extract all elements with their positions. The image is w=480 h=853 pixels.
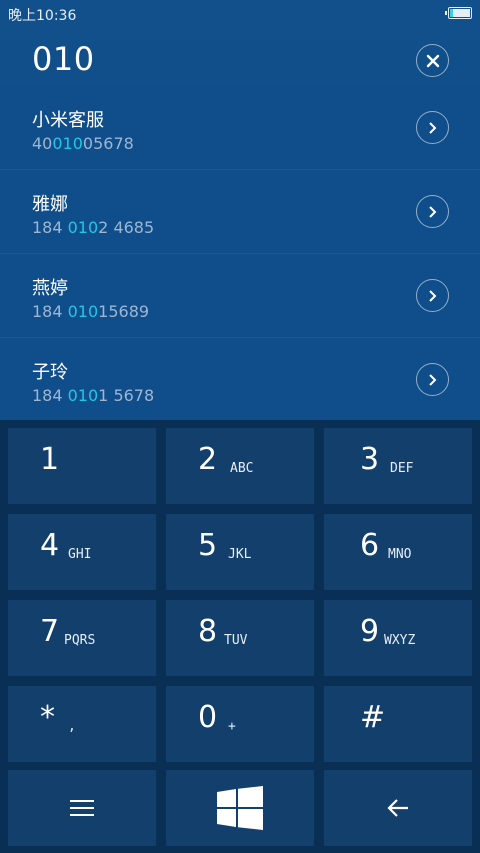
close-icon [426, 54, 439, 67]
list-item[interactable]: 雅娜 184 0102 4685 [0, 170, 480, 254]
key-2[interactable]: 2 ABC [166, 428, 314, 504]
backspace-button[interactable] [324, 770, 472, 846]
key-0[interactable]: 0 + [166, 686, 314, 762]
menu-icon [70, 800, 94, 816]
backspace-arrow-icon [387, 799, 408, 817]
contact-suggestions-list: 小米客服 4001005678 雅娜 184 0102 4685 燕婷 184 … [0, 86, 480, 422]
dial-pad: 1 2 ABC 3 DEF 4 GHI 5 JKL 6 MNO 7 PQRS 8… [0, 420, 480, 853]
key-7[interactable]: 7 PQRS [8, 600, 156, 676]
key-8[interactable]: 8 TUV [166, 600, 314, 676]
call-button[interactable] [166, 770, 314, 846]
key-4[interactable]: 4 GHI [8, 514, 156, 590]
clear-button[interactable] [416, 44, 449, 77]
chevron-right-icon [428, 289, 436, 302]
key-6[interactable]: 6 MNO [324, 514, 472, 590]
list-item[interactable]: 燕婷 184 01015689 [0, 254, 480, 338]
key-9[interactable]: 9 WXYZ [324, 600, 472, 676]
contact-detail-button[interactable] [416, 195, 449, 228]
contact-name: 小米客服 [32, 110, 104, 131]
contact-detail-button[interactable] [416, 363, 449, 396]
status-time: 晚上10:36 [8, 8, 77, 24]
contact-phone: 4001005678 [32, 134, 134, 153]
battery-icon [445, 7, 472, 19]
contact-name: 雅娜 [32, 194, 68, 215]
contact-phone: 184 0102 4685 [32, 218, 155, 237]
chevron-right-icon [428, 205, 436, 218]
key-1[interactable]: 1 [8, 428, 156, 504]
contact-detail-button[interactable] [416, 111, 449, 144]
contact-name: 子玲 [32, 362, 68, 383]
contact-detail-button[interactable] [416, 279, 449, 312]
key-3[interactable]: 3 DEF [324, 428, 472, 504]
menu-button[interactable] [8, 770, 156, 846]
chevron-right-icon [428, 121, 436, 134]
status-bar: 晚上10:36 [0, 0, 480, 28]
chevron-right-icon [428, 373, 436, 386]
contact-phone: 184 01015689 [32, 302, 150, 321]
contact-name: 燕婷 [32, 278, 68, 299]
contact-phone: 184 0101 5678 [32, 386, 155, 405]
list-item[interactable]: 子玲 184 0101 5678 [0, 338, 480, 422]
windows-logo-icon [217, 786, 263, 830]
list-item[interactable]: 小米客服 4001005678 [0, 86, 480, 170]
dialed-number: 010 [32, 40, 95, 78]
key-5[interactable]: 5 JKL [166, 514, 314, 590]
dialed-number-row: 010 [0, 36, 480, 88]
key-hash[interactable]: # [324, 686, 472, 762]
key-star[interactable]: * , [8, 686, 156, 762]
